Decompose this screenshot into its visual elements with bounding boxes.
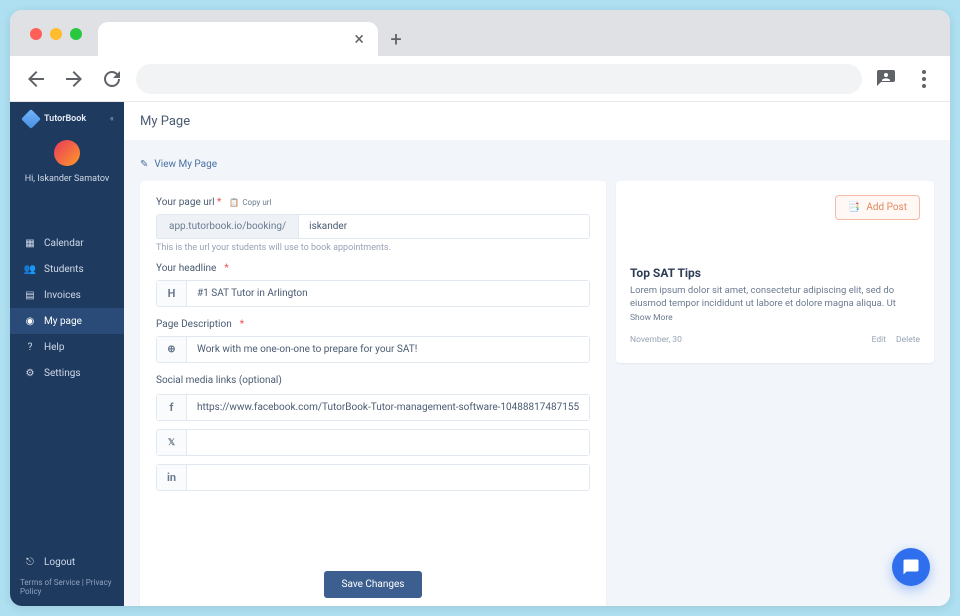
twitter-icon: 𝕏 (157, 430, 187, 455)
brand-name: TutorBook (44, 114, 86, 124)
sidebar: TutorBook « Hi, Iskander Samatov ▦ Calen… (10, 102, 124, 606)
page-url-label: Your page url * 📋 Copy url (156, 197, 590, 208)
sidebar-item-label: My page (44, 316, 82, 327)
gear-icon: ⚙ (24, 367, 36, 379)
facebook-icon: f (157, 395, 187, 420)
page-settings-panel: Your page url * 📋 Copy url app.tutorbook… (140, 181, 606, 606)
kebab-icon (912, 67, 936, 91)
window-controls (22, 28, 90, 56)
add-post-icon: 📑 (848, 202, 860, 213)
save-changes-button[interactable]: Save Changes (324, 571, 423, 598)
browser-tab[interactable]: × (98, 22, 378, 56)
headline-label: Your headline * (156, 263, 590, 274)
facebook-input[interactable] (187, 395, 589, 420)
chat-icon (902, 558, 920, 576)
main-content: My Page ✎ View My Page Your page url * 📋… (124, 102, 950, 606)
heading-icon: H (157, 281, 187, 306)
students-icon: 👥 (24, 263, 36, 275)
invoices-icon: ▤ (24, 289, 36, 301)
sidebar-item-my-page[interactable]: ◉ My page (10, 308, 124, 334)
close-window-button[interactable] (30, 28, 42, 40)
logout-icon: ⎋ (24, 556, 36, 568)
sidebar-collapse-button[interactable]: « (110, 114, 114, 124)
terms-link[interactable]: Terms of Service (20, 578, 80, 587)
twitter-input[interactable] (187, 430, 589, 455)
sidebar-item-label: Settings (44, 368, 81, 379)
page-url-input[interactable] (298, 214, 590, 239)
add-post-button[interactable]: 📑 Add Post (835, 195, 920, 220)
brand-row: TutorBook « (10, 102, 124, 134)
sidebar-item-label: Students (44, 264, 84, 275)
globe-icon: ◉ (24, 315, 36, 327)
brand-logo-icon (21, 109, 41, 129)
headline-input[interactable] (187, 281, 589, 306)
social-links-label: Social media links (optional) (156, 375, 590, 386)
close-tab-icon[interactable]: × (354, 29, 364, 50)
post-title: Top SAT Tips (630, 266, 920, 280)
logout-label: Logout (44, 557, 75, 568)
view-my-page-link[interactable]: ✎ View My Page (140, 159, 217, 170)
calendar-icon: ▦ (24, 237, 36, 249)
linkedin-icon: in (157, 465, 187, 490)
page-title: My Page (124, 102, 950, 140)
linkedin-input[interactable] (187, 465, 589, 490)
posts-panel: 📑 Add Post Top SAT Tips Lorem ipsum dolo… (616, 181, 934, 363)
globe-field-icon: ⊕ (157, 337, 187, 362)
url-hint: This is the url your students will use t… (156, 243, 590, 253)
arrow-right-icon (62, 67, 86, 91)
footer-links: Terms of Service | Privacy Policy (10, 578, 124, 606)
edit-post-link[interactable]: Edit (872, 335, 886, 345)
minimize-window-button[interactable] (50, 28, 62, 40)
sidebar-item-calendar[interactable]: ▦ Calendar (10, 230, 124, 256)
sidebar-item-help[interactable]: ? Help (10, 334, 124, 360)
url-prefix: app.tutorbook.io/booking/ (156, 214, 298, 239)
menu-button[interactable] (910, 65, 938, 93)
account-button[interactable] (872, 65, 900, 93)
sidebar-item-invoices[interactable]: ▤ Invoices (10, 282, 124, 308)
back-button[interactable] (22, 65, 50, 93)
post-body: Lorem ipsum dolor sit amet, consectetur … (630, 284, 920, 311)
avatar[interactable] (54, 140, 80, 166)
sidebar-item-settings[interactable]: ⚙ Settings (10, 360, 124, 386)
account-icon (874, 67, 898, 91)
description-input[interactable] (187, 337, 589, 362)
copy-url-button[interactable]: 📋 Copy url (229, 198, 271, 207)
arrow-left-icon (24, 67, 48, 91)
maximize-window-button[interactable] (70, 28, 82, 40)
description-label: Page Description * (156, 319, 590, 330)
browser-toolbar (10, 56, 950, 102)
sidebar-item-students[interactable]: 👥 Students (10, 256, 124, 282)
post-item: Top SAT Tips Lorem ipsum dolor sit amet,… (630, 220, 920, 345)
copy-icon: 📋 (229, 198, 239, 207)
greeting-text: Hi, Iskander Samatov (25, 174, 110, 184)
post-date: November, 30 (630, 335, 682, 345)
new-tab-button[interactable]: + (378, 22, 414, 56)
view-link-label: View My Page (154, 159, 217, 170)
browser-tab-bar: × + (10, 10, 950, 56)
sidebar-item-label: Invoices (44, 290, 81, 301)
help-icon: ? (24, 341, 36, 353)
logout-button[interactable]: ⎋ Logout (10, 546, 124, 578)
forward-button[interactable] (60, 65, 88, 93)
sidebar-nav: ▦ Calendar 👥 Students ▤ Invoices ◉ My pa… (10, 230, 124, 386)
delete-post-link[interactable]: Delete (896, 335, 920, 345)
external-link-icon: ✎ (140, 159, 148, 170)
chat-widget-button[interactable] (892, 548, 930, 586)
reload-icon (100, 67, 124, 91)
show-more-link[interactable]: Show More (630, 313, 920, 323)
reload-button[interactable] (98, 65, 126, 93)
sidebar-item-label: Help (44, 342, 64, 353)
sidebar-item-label: Calendar (44, 238, 84, 249)
address-bar[interactable] (136, 64, 862, 94)
